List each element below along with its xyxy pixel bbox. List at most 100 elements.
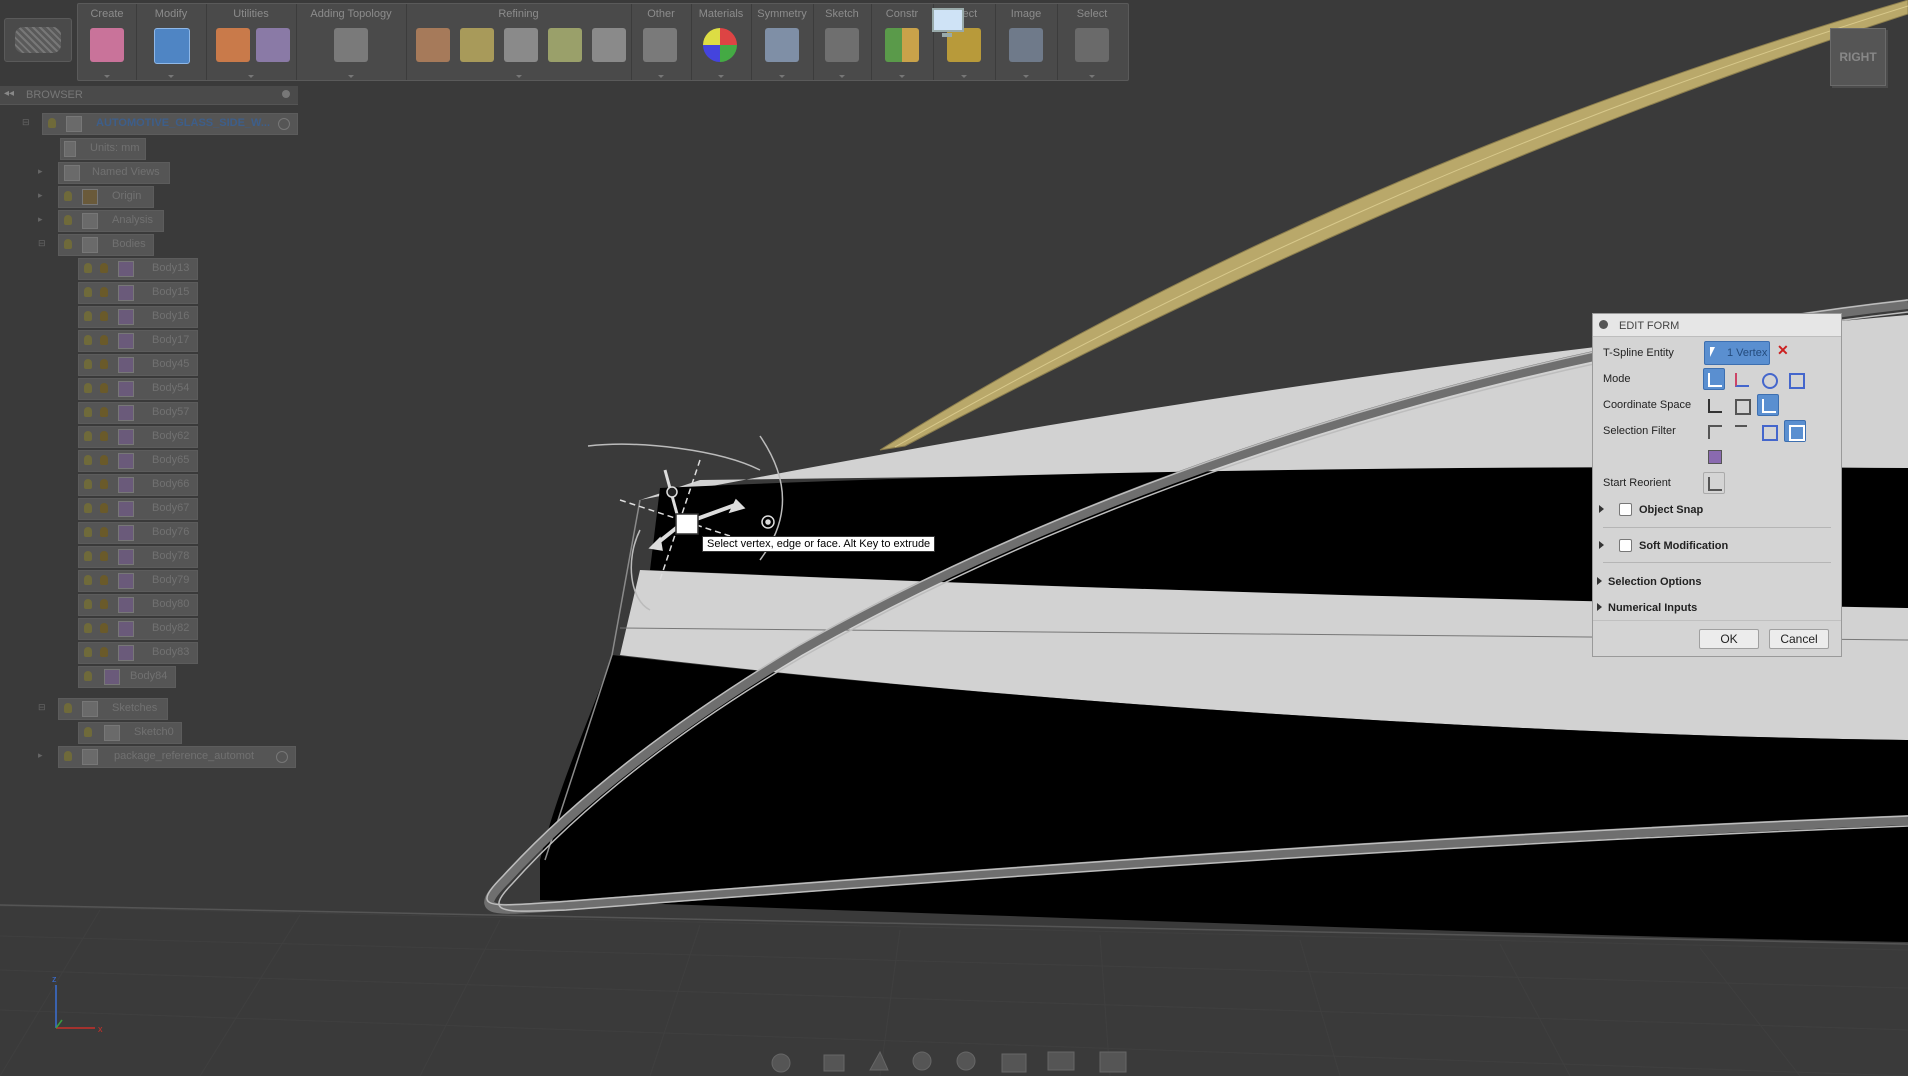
selection-options-section[interactable]: Selection Options [1608, 576, 1702, 588]
visibility-bulb-icon[interactable] [84, 623, 92, 633]
mode-rotation-icon[interactable] [1757, 368, 1779, 390]
tree-item-body[interactable]: Body45 [78, 354, 198, 376]
numerical-inputs-section[interactable]: Numerical Inputs [1608, 602, 1697, 614]
mode-translation-icon[interactable] [1730, 368, 1752, 390]
tree-item-origin[interactable]: ▸ Origin [36, 186, 156, 208]
expand-toggle-icon[interactable]: ▸ [38, 750, 43, 761]
selectable-bulb-icon[interactable] [100, 287, 108, 297]
selectable-bulb-icon[interactable] [100, 311, 108, 321]
toolbar-group-image[interactable]: Image [995, 4, 1058, 80]
tree-item-bodies[interactable]: ⊟ Bodies [36, 234, 156, 256]
coord-local-icon[interactable] [1757, 394, 1779, 416]
visibility-bulb-icon[interactable] [84, 671, 92, 681]
selectable-bulb-icon[interactable] [100, 647, 108, 657]
toolbar-group-create[interactable]: Create [78, 4, 137, 80]
selectable-bulb-icon[interactable] [100, 335, 108, 345]
tree-item-body[interactable]: Body54 [78, 378, 198, 400]
expand-soft-modification-icon[interactable] [1599, 541, 1604, 549]
toolbar-group-symmetry[interactable]: Symmetry [751, 4, 814, 80]
collapse-toggle-icon[interactable]: ⊟ [22, 117, 30, 128]
tree-item-sketch0[interactable]: Sketch0 [78, 722, 188, 744]
tree-item-body[interactable]: Body16 [78, 306, 198, 328]
tree-item-body[interactable]: Body13 [78, 258, 198, 280]
filter-all-icon[interactable] [1784, 420, 1806, 442]
expand-numerical-inputs-icon[interactable] [1597, 603, 1602, 611]
repair-body-icon[interactable] [256, 28, 290, 62]
visibility-bulb-icon[interactable] [64, 191, 72, 201]
tree-item-body[interactable]: Body83 [78, 642, 198, 664]
create-box-icon[interactable] [90, 28, 124, 62]
tree-item-package-reference[interactable]: ▸ package_reference_automot [36, 746, 298, 768]
visibility-bulb-icon[interactable] [64, 703, 72, 713]
cancel-button[interactable]: Cancel [1769, 629, 1829, 649]
selectable-bulb-icon[interactable] [100, 623, 108, 633]
toolbar-group-materials[interactable]: Materials [691, 4, 752, 80]
selectable-bulb-icon[interactable] [100, 359, 108, 369]
expand-object-snap-icon[interactable] [1599, 505, 1604, 513]
visibility-bulb-icon[interactable] [48, 118, 56, 128]
mirror-symmetry-icon[interactable] [765, 28, 799, 62]
visibility-bulb-icon[interactable] [84, 311, 92, 321]
expand-toggle-icon[interactable]: ▸ [38, 214, 43, 225]
tree-item-body[interactable]: Body67 [78, 498, 198, 520]
tree-item-body[interactable]: Body66 [78, 474, 198, 496]
selectable-bulb-icon[interactable] [100, 455, 108, 465]
tree-item-body[interactable]: Body84 [78, 666, 198, 688]
construct-plane-icon[interactable] [885, 28, 919, 62]
other-tools-icon[interactable] [643, 28, 677, 62]
soft-modification-checkbox[interactable] [1619, 539, 1632, 552]
toolbar-group-construct[interactable]: Constr [871, 4, 934, 80]
tree-item-body[interactable]: Body82 [78, 618, 198, 640]
selectable-bulb-icon[interactable] [100, 575, 108, 585]
toolbar-group-other[interactable]: Other [631, 4, 692, 80]
visibility-bulb-icon[interactable] [84, 287, 92, 297]
ok-button[interactable]: OK [1699, 629, 1759, 649]
tree-item-named-views[interactable]: ▸ Named Views [36, 162, 176, 184]
toolbar-group-sketch[interactable]: Sketch [813, 4, 872, 80]
tree-item-analysis[interactable]: ▸ Analysis [36, 210, 166, 232]
toolbar-group-modify[interactable]: Modify [136, 4, 207, 80]
visibility-bulb-icon[interactable] [84, 527, 92, 537]
coord-view-icon[interactable] [1730, 394, 1752, 416]
expand-selection-options-icon[interactable] [1597, 577, 1602, 585]
filter-body-icon[interactable] [1703, 445, 1725, 467]
sketch-icon[interactable] [825, 28, 859, 62]
tree-item-body[interactable]: Body15 [78, 282, 198, 304]
visibility-bulb-icon[interactable] [64, 239, 72, 249]
selectable-bulb-icon[interactable] [100, 383, 108, 393]
edit-form-icon[interactable] [154, 28, 190, 64]
visibility-bulb-icon[interactable] [84, 407, 92, 417]
tree-item-body[interactable]: Body79 [78, 570, 198, 592]
selectable-bulb-icon[interactable] [100, 599, 108, 609]
mode-scale-icon[interactable] [1784, 368, 1806, 390]
visibility-bulb-icon[interactable] [64, 215, 72, 225]
collapse-toggle-icon[interactable]: ⊟ [38, 702, 46, 713]
visibility-bulb-icon[interactable] [84, 647, 92, 657]
clear-selection-icon[interactable]: ✕ [1777, 342, 1789, 359]
visibility-bulb-icon[interactable] [84, 431, 92, 441]
toolbar-group-utilities[interactable]: Utilities [206, 4, 297, 80]
tree-item-body[interactable]: Body78 [78, 546, 198, 568]
tree-item-body[interactable]: Body65 [78, 450, 198, 472]
viewcube[interactable]: RIGHT [1830, 28, 1886, 86]
visibility-bulb-icon[interactable] [84, 503, 92, 513]
tree-item-units[interactable]: Units: mm [60, 138, 160, 160]
object-snap-checkbox[interactable] [1619, 503, 1632, 516]
activate-component-icon[interactable] [276, 751, 288, 763]
visibility-bulb-icon[interactable] [84, 727, 92, 737]
visibility-bulb-icon[interactable] [84, 335, 92, 345]
display-mode-icon[interactable] [216, 28, 250, 62]
selectable-bulb-icon[interactable] [100, 479, 108, 489]
visibility-bulb-icon[interactable] [84, 455, 92, 465]
activate-component-icon[interactable] [278, 118, 290, 130]
collapse-dialog-icon[interactable] [1599, 320, 1608, 329]
tree-item-body[interactable]: Body62 [78, 426, 198, 448]
measure-icon[interactable] [947, 28, 981, 62]
filter-face-icon[interactable] [1757, 420, 1779, 442]
collapse-browser-icon[interactable]: ◂◂ [4, 88, 14, 99]
canvas-image-icon[interactable] [1009, 28, 1043, 62]
insert-edge-icon[interactable] [334, 28, 368, 62]
fill-hole-icon[interactable] [548, 28, 582, 62]
visibility-bulb-icon[interactable] [84, 551, 92, 561]
selectable-bulb-icon[interactable] [100, 407, 108, 417]
